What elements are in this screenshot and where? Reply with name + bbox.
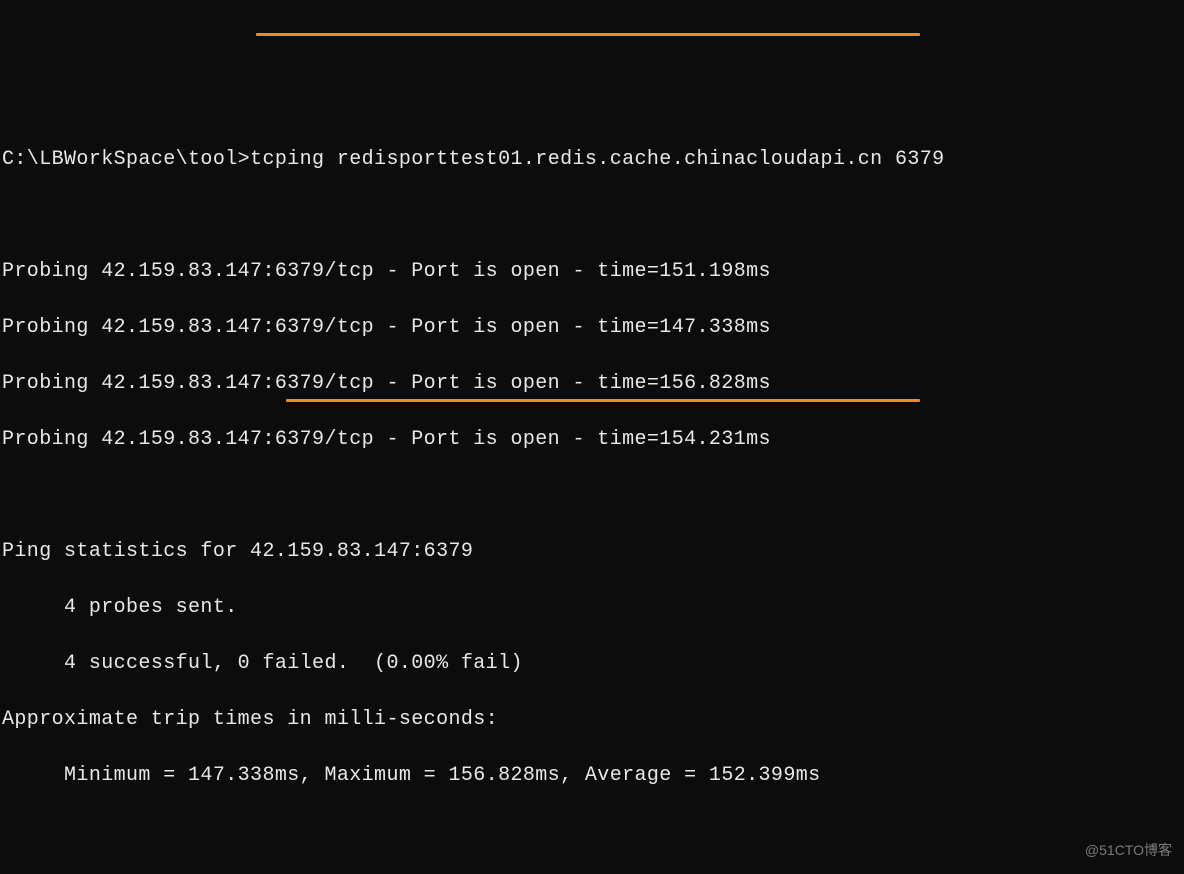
probe-output: Probing 42.159.83.147:6379/tcp - Port is… — [2, 314, 1180, 342]
stats-times: Minimum = 147.338ms, Maximum = 156.828ms… — [2, 762, 1180, 790]
command-text: tcping redisporttest01.redis.cache.china… — [250, 148, 945, 171]
terminal-window[interactable]: C:\LBWorkSpace\tool>tcping redisporttest… — [0, 112, 1184, 874]
highlight-underline-1 — [256, 33, 920, 36]
stats-sent: 4 probes sent. — [2, 594, 1180, 622]
probe-output: Probing 42.159.83.147:6379/tcp - Port is… — [2, 258, 1180, 286]
prompt: C:\LBWorkSpace\tool> — [2, 148, 250, 171]
stats-result: 4 successful, 0 failed. (0.00% fail) — [2, 650, 1180, 678]
stats-approx: Approximate trip times in milli-seconds: — [2, 706, 1180, 734]
blank-line — [2, 202, 1180, 230]
blank-line — [2, 818, 1180, 846]
command-line-1: C:\LBWorkSpace\tool>tcping redisporttest… — [2, 146, 1180, 174]
watermark-text: @51CTO博客 — [1085, 836, 1172, 864]
blank-line — [2, 482, 1180, 510]
probe-output: Probing 42.159.83.147:6379/tcp - Port is… — [2, 426, 1180, 454]
stats-header: Ping statistics for 42.159.83.147:6379 — [2, 538, 1180, 566]
probe-output: Probing 42.159.83.147:6379/tcp - Port is… — [2, 370, 1180, 398]
highlight-underline-2 — [286, 399, 920, 402]
